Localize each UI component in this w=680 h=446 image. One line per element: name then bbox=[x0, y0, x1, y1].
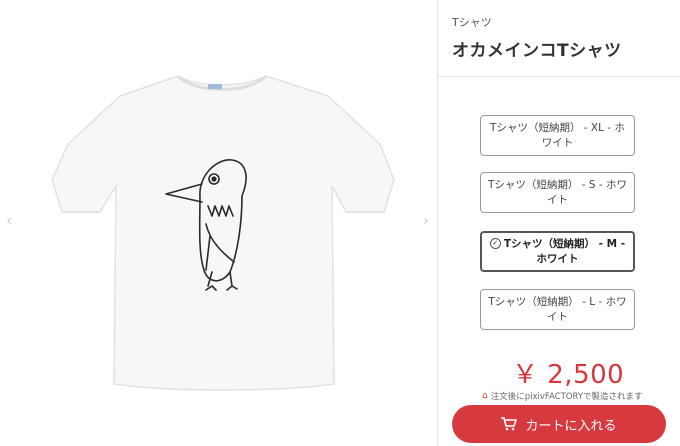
add-to-cart-label: カートに入れる bbox=[525, 418, 617, 434]
chevron-left-icon[interactable]: ‹ bbox=[3, 212, 15, 230]
variant-option-xl[interactable]: Tシャツ（短納期） - XL - ホワイト bbox=[480, 115, 635, 156]
product-title: オカメインコTシャツ bbox=[452, 41, 622, 61]
product-image bbox=[28, 62, 418, 392]
product-price: ￥ 2,500 bbox=[512, 360, 625, 390]
variant-label: Tシャツ（短納期） - S - ホワイト bbox=[487, 178, 627, 206]
title-divider bbox=[438, 76, 680, 77]
variant-label: Tシャツ（短納期） - L - ホワイト bbox=[488, 295, 627, 323]
variant-option-l[interactable]: Tシャツ（短納期） - L - ホワイト bbox=[480, 289, 635, 330]
product-image-gallery: ‹ › bbox=[0, 0, 437, 446]
factory-icon: ⌂ bbox=[482, 391, 488, 401]
manufacturing-note: ⌂ 注文後にpixivFACTORYで製造されます bbox=[482, 390, 643, 402]
variant-option-s[interactable]: Tシャツ（短納期） - S - ホワイト bbox=[480, 172, 635, 213]
variant-label: Tシャツ（短納期） - XL - ホワイト bbox=[490, 121, 625, 149]
product-category: Tシャツ bbox=[452, 16, 492, 29]
variant-label: Tシャツ（短納期） - M - ホワイト bbox=[503, 237, 626, 265]
cart-icon bbox=[501, 417, 518, 431]
variant-option-m[interactable]: ✓ Tシャツ（短納期） - M - ホワイト bbox=[480, 231, 635, 272]
check-circle-icon: ✓ bbox=[489, 238, 501, 249]
product-details: Tシャツ オカメインコTシャツ Tシャツ（短納期） - XL - ホワイト Tシ… bbox=[438, 0, 680, 446]
chevron-right-icon[interactable]: › bbox=[420, 212, 432, 230]
add-to-cart-button[interactable]: カートに入れる bbox=[452, 405, 666, 443]
manufacturing-note-text: 注文後にpixivFACTORYで製造されます bbox=[490, 392, 643, 402]
